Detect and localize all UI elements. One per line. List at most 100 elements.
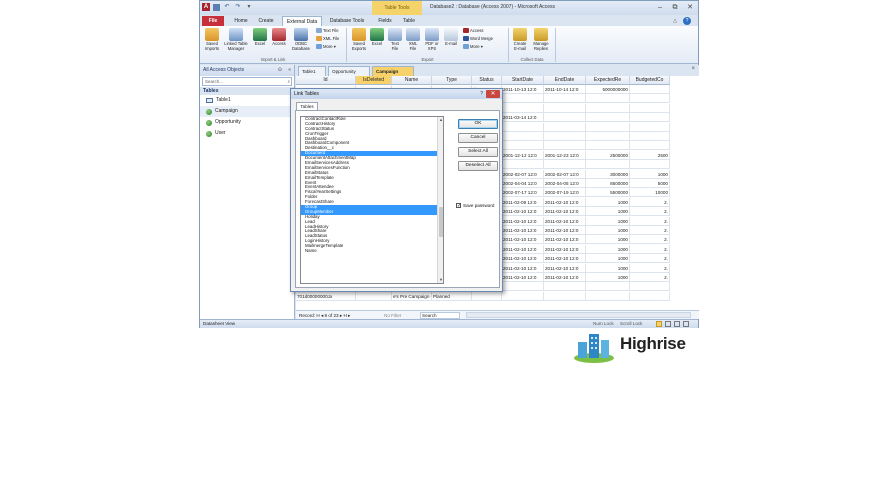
table-cell[interactable] — [630, 291, 670, 301]
search-icon[interactable]: ⌕ — [287, 78, 290, 85]
access-app-icon[interactable]: A — [202, 3, 210, 11]
table-cell[interactable]: 2002-04-05 12:0 — [544, 179, 586, 188]
design-view-icon[interactable] — [683, 321, 689, 327]
table-cell[interactable]: 8500000 — [586, 179, 630, 188]
table-cell[interactable]: 2011-02-10 12:0 — [502, 226, 544, 235]
table-cell[interactable]: 2. — [630, 197, 670, 207]
table-cell[interactable]: 701d00000000Jx — [296, 291, 356, 301]
nav-dropdown-icon[interactable]: ⊙ — [278, 65, 282, 76]
help-icon[interactable]: ? — [683, 17, 691, 25]
tables-listbox[interactable]: ContractContactRole ContractHistory Contra… — [300, 116, 444, 284]
table-cell[interactable] — [544, 141, 586, 151]
table-cell[interactable]: 2. — [630, 235, 670, 245]
save-password-checkbox[interactable]: ✓ Save password — [456, 203, 494, 209]
table-cell[interactable]: 2011-02-10 12:0 — [502, 244, 544, 254]
table-cell[interactable] — [630, 132, 670, 141]
table-cell[interactable]: 2. — [630, 263, 670, 273]
table-cell[interactable]: 2. — [630, 254, 670, 264]
table-cell[interactable] — [502, 141, 544, 151]
column-header[interactable]: Name — [392, 76, 432, 85]
table-cell[interactable]: 2011-02-10 12:0 — [544, 216, 586, 226]
list-item[interactable]: Name — [301, 248, 443, 254]
export-text-file-button[interactable]: Text File — [388, 28, 402, 51]
nav-item-opportunity[interactable]: Opportunity — [200, 117, 294, 128]
table-cell[interactable]: 2011-02-10 12:0 — [502, 263, 544, 273]
list-scrollbar[interactable]: ▲ ▼ — [437, 117, 443, 283]
cancel-button[interactable]: Cancel — [458, 133, 498, 143]
table-cell[interactable]: 2011-02-10 12:0 — [544, 273, 586, 282]
table-cell[interactable]: 2011-02-10 12:0 — [544, 207, 586, 217]
table-cell[interactable]: 5000000000 — [586, 85, 630, 94]
tab-create[interactable]: Create — [255, 16, 277, 26]
table-cell[interactable] — [544, 132, 586, 141]
export-xml-file-button[interactable]: XML File — [406, 28, 420, 51]
import-xml-file-button[interactable]: XML File — [316, 36, 339, 42]
export-access-button[interactable]: Access — [463, 28, 484, 34]
close-window-button[interactable]: ✕ — [684, 3, 696, 12]
nav-pane-header[interactable]: All Access Objects ⊙ « — [200, 65, 294, 76]
import-excel-button[interactable]: Excel — [253, 28, 267, 47]
datasheet-view-icon[interactable] — [656, 321, 662, 327]
table-cell[interactable]: 2002-04-04 12:0 — [502, 179, 544, 188]
column-header[interactable]: EndDate — [544, 76, 586, 85]
nav-group-tables[interactable]: Tables — [200, 87, 294, 95]
saved-imports-button[interactable]: Saved Imports — [203, 28, 221, 51]
table-cell[interactable]: 1000 — [586, 273, 630, 282]
table-cell[interactable] — [586, 113, 630, 123]
table-cell[interactable] — [502, 132, 544, 141]
customize-qat-icon[interactable]: ▾ — [245, 3, 253, 11]
table-cell[interactable]: 2011-02-10 12:0 — [544, 235, 586, 245]
ok-button[interactable]: OK — [458, 119, 498, 129]
column-header[interactable]: Type — [432, 76, 472, 85]
nav-item-campaign[interactable]: Campaign — [200, 106, 294, 117]
table-cell[interactable] — [544, 160, 586, 170]
table-cell[interactable]: 2011-03-14 12:0 — [502, 113, 544, 123]
column-header[interactable]: ExpectedRe — [586, 76, 630, 85]
nav-item-table1[interactable]: Table1 — [200, 95, 294, 106]
doc-tab-table1[interactable]: Table1 — [298, 66, 326, 76]
table-cell[interactable] — [586, 103, 630, 113]
dialog-close-button[interactable]: ✕ — [486, 90, 500, 98]
table-cell[interactable]: 2011-02-09 12:0 — [502, 197, 544, 207]
table-cell[interactable]: 2. — [630, 207, 670, 217]
table-cell[interactable]: 1000 — [586, 263, 630, 273]
table-cell[interactable]: 2011-02-10 12:0 — [544, 263, 586, 273]
table-cell[interactable] — [502, 160, 544, 170]
pivotchart-view-icon[interactable] — [674, 321, 680, 327]
redo-icon[interactable]: ↷ — [234, 3, 242, 11]
table-cell[interactable]: 2. — [630, 216, 670, 226]
table-cell[interactable]: 2011-02-10 12:0 — [544, 226, 586, 235]
table-cell[interactable] — [502, 282, 544, 292]
column-header[interactable]: Id — [296, 76, 356, 85]
table-cell[interactable] — [630, 113, 670, 123]
nav-search-input[interactable]: Search... ⌕ — [202, 77, 292, 86]
table-cell[interactable]: 2011-10-14 12:0 — [544, 85, 586, 94]
table-cell[interactable] — [544, 291, 586, 301]
table-cell[interactable]: 2011-02-10 12:0 — [502, 235, 544, 245]
table-cell[interactable]: 1000 — [586, 244, 630, 254]
table-cell[interactable]: 1000 — [586, 226, 630, 235]
close-tab-icon[interactable]: × — [691, 66, 695, 72]
table-cell[interactable] — [586, 291, 630, 301]
checkbox-checked-icon[interactable]: ✓ — [456, 203, 461, 209]
nav-collapse-icon[interactable]: « — [288, 65, 291, 76]
doc-tab-opportunity[interactable]: Opportunity — [328, 66, 370, 76]
select-all-button[interactable]: Select All — [458, 147, 498, 157]
table-cell[interactable]: Planned — [432, 291, 472, 301]
table-cell[interactable]: 2002-07-19 12:0 — [544, 188, 586, 198]
table-cell[interactable]: 1000 — [586, 235, 630, 245]
table-cell[interactable] — [544, 282, 586, 292]
import-more-button[interactable]: More ▾ — [316, 44, 336, 50]
undo-icon[interactable]: ↶ — [223, 3, 231, 11]
table-cell[interactable]: 2. — [630, 226, 670, 235]
table-cell[interactable]: e's Pre Campaign Conversation — [392, 291, 432, 301]
table-cell[interactable]: 5500000 — [586, 188, 630, 198]
table-cell[interactable]: 2. — [630, 244, 670, 254]
table-cell[interactable] — [630, 141, 670, 151]
tab-external-data[interactable]: External Data — [282, 16, 322, 26]
table-cell[interactable]: 1000 — [586, 254, 630, 264]
table-cell[interactable] — [544, 103, 586, 113]
export-pdf-button[interactable]: PDF or XPS — [424, 28, 440, 51]
pivottable-view-icon[interactable] — [665, 321, 671, 327]
table-cell[interactable]: 2. — [630, 273, 670, 282]
